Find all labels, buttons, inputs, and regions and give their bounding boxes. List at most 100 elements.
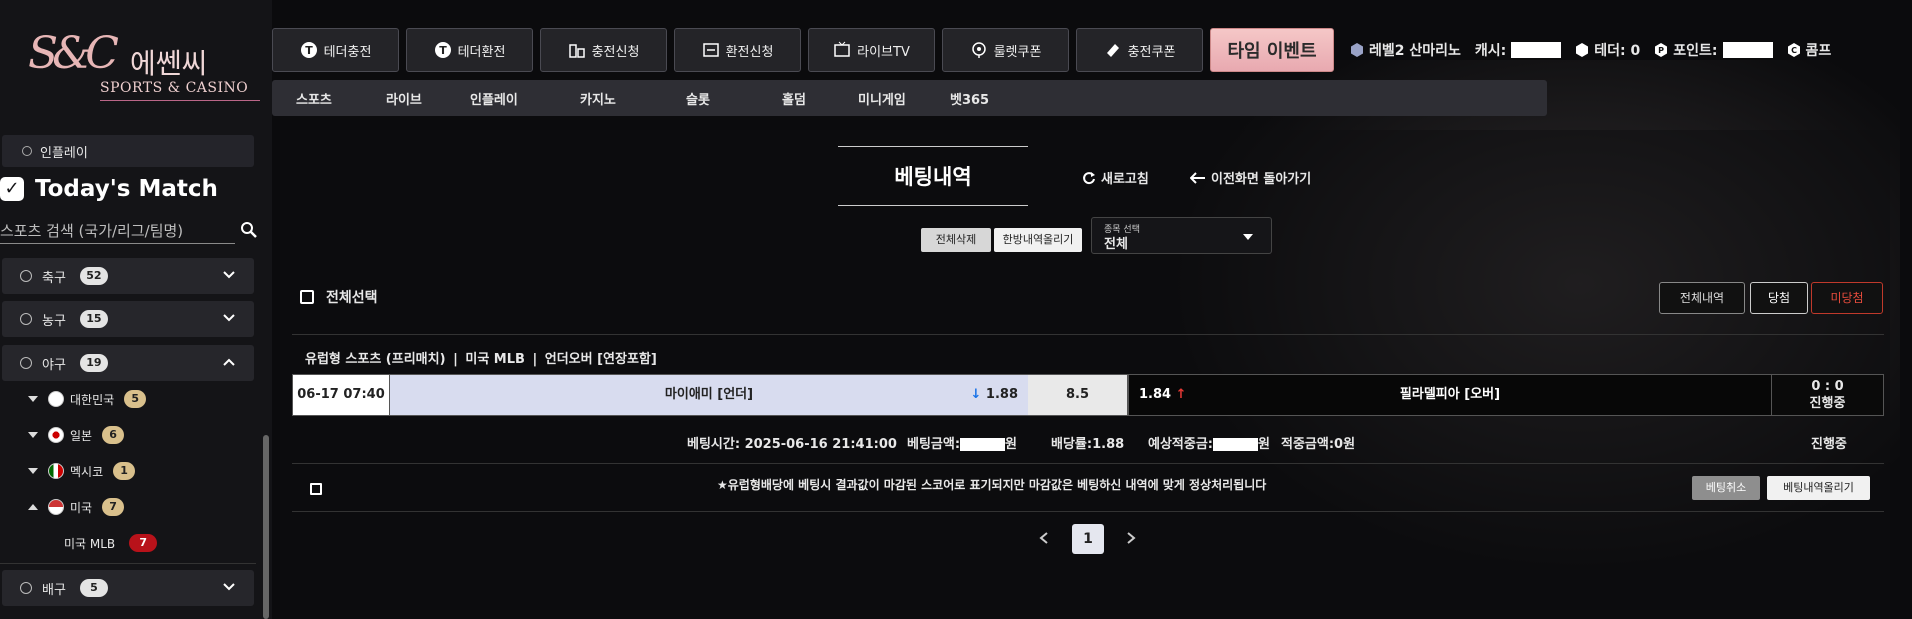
sidebar-sport-soccer[interactable]: 축구 52 [2,258,254,294]
bet-row: 06-17 07:40 마이애미 [언더] ↓ 1.88 8.5 1.84 ↑ … [292,374,1884,416]
away-pick[interactable]: 1.84 ↑ 필라델피아 [오버] [1127,375,1771,415]
refresh-button[interactable]: 새로고침 [1082,168,1149,187]
subnav-holdem[interactable]: 홀덤 [782,89,858,108]
bet-amount-suffix: 원 [1005,437,1018,452]
filter-all-button[interactable]: 전체내역 [1659,282,1745,314]
deposit-request-button[interactable]: 충전신청 [540,28,667,72]
point-balance: P 포인트: [1654,40,1773,60]
level-hex-icon [1351,43,1363,57]
league-count-badge: 7 [129,534,158,552]
point-value-masked [1722,42,1773,58]
tether-withdraw-button[interactable]: T 테더환전 [406,28,533,72]
logo-mark: S&C [28,28,119,79]
filter-win-button[interactable]: 당첨 [1750,282,1808,314]
button-label: 룰렛쿠폰 [993,44,1042,60]
subnav-bet365[interactable]: 벳365 [950,89,1030,108]
tether-deposit-button[interactable]: T 테더충전 [272,28,399,72]
subnav-minigame[interactable]: 미니게임 [858,89,950,108]
cancel-bet-button[interactable]: 베팅취소 [1692,476,1760,500]
button-label: 충전쿠폰 [1127,44,1176,60]
bet-market: 언더오버 [연장포함] [544,352,657,367]
home-pick[interactable]: 마이애미 [언더] ↓ 1.88 [390,375,1028,415]
expand-triangle-icon [28,396,38,402]
chevron-right-icon[interactable] [1125,531,1137,545]
go-back-button[interactable]: 이전화면 돌아가기 [1190,168,1311,187]
upload-bet-button[interactable]: 베팅내역올리기 [1767,476,1870,500]
country-label: 미국 [70,500,93,515]
sidebar-sport-basketball[interactable]: 농구 15 [2,301,254,337]
subnav-inplay[interactable]: 인플레이 [470,89,580,108]
sport-search-input[interactable]: 스포츠 검색 (국가/리그/팀명) [0,218,235,244]
baseball-icon [20,357,32,369]
subnav-live[interactable]: 라이브 [386,89,470,108]
sidebar-scrollbar[interactable] [263,435,269,619]
sport-label: 배구 [42,582,66,598]
sidebar-country-korea[interactable]: 대한민국 5 [28,390,147,408]
sidebar-country-usa[interactable]: 미국 7 [28,498,125,516]
point-label: 포인트: [1673,43,1718,59]
bet-state: 진행중 [1811,437,1847,452]
soccer-icon [20,270,32,282]
button-label: 충전신청 [591,44,640,60]
tether-label: 테더: 0 [1594,43,1641,59]
inplay-icon [22,146,32,156]
time-event-button[interactable]: 타임 이벤트 [1210,28,1334,72]
away-team: 필라델피아 [오버] [1399,387,1501,402]
button-label: 라이브TV [857,44,910,60]
chevron-down-icon [223,271,235,279]
delete-all-button[interactable]: 전체삭제 [921,228,991,252]
subnav-slot[interactable]: 슬롯 [686,89,782,108]
user-status-bar: 레벨2 산마리노 캐시: 테더: 0 P 포인트: C 콤프 [1350,40,1831,60]
away-odds-wrap: 1.84 ↑ [1139,375,1187,415]
filter-lose-button[interactable]: 미당첨 [1811,282,1883,314]
deposit-coupon-button[interactable]: 충전쿠폰 [1076,28,1203,72]
sport-type-select[interactable]: 종목 선택 전체 [1091,217,1272,254]
tether-icon: T [300,42,317,58]
sidebar-country-mexico[interactable]: 멕시코 1 [28,462,136,480]
subnav-sports[interactable]: 스포츠 [296,89,386,108]
arrow-down-icon: ↓ [970,387,982,402]
roulette-icon [971,42,986,58]
exchange-icon [702,43,719,57]
chevron-left-icon[interactable] [1038,531,1050,545]
search-icon[interactable] [240,221,258,239]
live-tv-button[interactable]: 라이브TV [808,28,935,72]
sidebar-sport-baseball[interactable]: 야구 19 [2,345,254,381]
hit-amount: 적중금액:0원 [1281,437,1356,452]
divider [292,334,1884,335]
sidebar-country-japan[interactable]: 일본 6 [28,426,125,444]
comp-link[interactable]: C 콤프 [1787,40,1832,60]
country-label: 대한민국 [70,392,115,407]
roulette-coupon-button[interactable]: 룰렛쿠폰 [942,28,1069,72]
sidebar-league-mlb[interactable]: 미국 MLB 7 [64,534,158,552]
mexico-flag-icon [48,463,64,479]
home-odds: 1.88 [985,387,1018,402]
bet-amount-label: 베팅금액: [907,437,961,452]
subnav-casino[interactable]: 카지노 [580,89,686,108]
chevron-down-icon [223,314,235,322]
comp-label: 콤프 [1805,43,1832,59]
expand-triangle-icon [28,432,38,438]
sport-count-badge: 19 [79,354,108,372]
upload-all-history-button[interactable]: 한방내역올리기 [994,228,1082,252]
sidebar-divider [0,563,256,564]
sidebar-sport-volleyball[interactable]: 배구 5 [2,570,254,606]
checkbox-icon [300,290,314,304]
bet-amount: 베팅금액: 원 [907,433,1017,452]
pagination-page-1[interactable]: 1 [1072,524,1104,554]
withdraw-request-button[interactable]: 환전신청 [674,28,801,72]
user-level[interactable]: 레벨2 산마리노 [1350,40,1461,60]
logo-divider [100,100,260,101]
away-odds: 1.84 [1139,387,1172,402]
sidebar-item-inplay[interactable]: 인플레이 [2,135,254,167]
svg-text:C: C [1791,46,1797,55]
bet-row-checkbox[interactable] [310,483,322,495]
bet-header: 유럽형 스포츠 (프리매치) | 미국 MLB | 언더오버 [연장포함] [305,352,657,367]
title-line-bottom [838,205,1028,206]
tether-balance: 테더: 0 [1575,40,1640,60]
comp-icon: C [1787,43,1800,57]
select-all-checkbox[interactable]: 전체선택 [300,287,378,307]
top-navigation: T 테더충전 T 테더환전 충전신청 환전신청 라이브TV 룰렛쿠폰 충전쿠폰 … [272,28,1334,72]
logo-korean-text: 에쎈씨 [130,47,208,80]
site-logo[interactable]: S&C 에쎈씨 SPORTS & CASINO [28,28,268,108]
